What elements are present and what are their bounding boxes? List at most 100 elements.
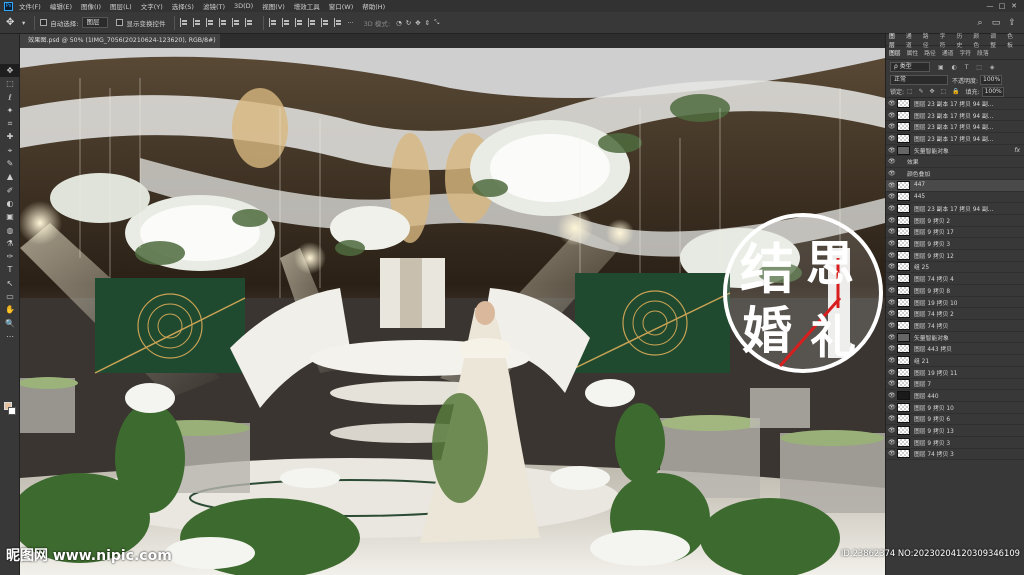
- layer-row[interactable]: 👁 组 21: [886, 355, 1024, 367]
- align-center-icon[interactable]: [193, 18, 202, 27]
- close-window-button[interactable]: ✕: [1008, 1, 1020, 11]
- panel-tab[interactable]: 路径: [923, 31, 934, 49]
- align-middle-icon[interactable]: [232, 18, 241, 27]
- healing-brush-tool-button[interactable]: ✎: [0, 157, 20, 170]
- blend-mode-dropdown[interactable]: 正常: [890, 75, 948, 85]
- tab-paths[interactable]: 路径: [924, 48, 936, 57]
- search-icon[interactable]: ⌕: [974, 17, 986, 29]
- visibility-eye-icon[interactable]: 👁: [888, 158, 897, 165]
- clone-stamp-tool-button[interactable]: ✐: [0, 184, 20, 197]
- layer-row[interactable]: 👁 图层 19 拷贝 11: [886, 367, 1024, 379]
- auto-select-dropdown[interactable]: 图层: [82, 17, 109, 28]
- layer-row[interactable]: 👁 图层 9 拷贝 17: [886, 227, 1024, 239]
- align-bottom-icon[interactable]: [245, 18, 254, 27]
- lasso-tool-button[interactable]: ℓ: [0, 91, 20, 104]
- tab-channels[interactable]: 通道: [942, 48, 954, 57]
- move-tool-button[interactable]: ✥: [0, 64, 20, 78]
- more-options-icon[interactable]: ···: [347, 19, 353, 27]
- history-brush-tool-button[interactable]: ◐: [0, 197, 20, 210]
- distribute-middle-icon[interactable]: [282, 18, 291, 27]
- layer-row[interactable]: 👁 图层 440: [886, 390, 1024, 402]
- layer-row[interactable]: 👁 图层 74 拷贝: [886, 320, 1024, 332]
- layer-row[interactable]: 👁 图层 9 拷贝 3: [886, 437, 1024, 449]
- auto-select-checkbox[interactable]: [40, 19, 48, 26]
- menu-edit[interactable]: 编辑(E): [50, 1, 72, 11]
- layer-row[interactable]: 👁 图层 9 拷贝 8: [886, 285, 1024, 297]
- layer-row[interactable]: 👁 矢量智能对象 fx: [886, 145, 1024, 157]
- layer-row[interactable]: 👁 图层 9 拷贝 10: [886, 402, 1024, 414]
- layer-effects-icon[interactable]: fx: [1014, 147, 1020, 154]
- layer-row[interactable]: 👁 图层 443 拷贝: [886, 343, 1024, 356]
- align-left-icon[interactable]: [180, 18, 189, 27]
- visibility-eye-icon[interactable]: 👁: [888, 123, 897, 130]
- path-select-tool-button[interactable]: ↖: [0, 277, 20, 290]
- layer-row[interactable]: 👁 445: [886, 192, 1024, 204]
- tab-layers[interactable]: 图层: [889, 48, 901, 57]
- visibility-eye-icon[interactable]: 👁: [888, 322, 897, 329]
- visibility-eye-icon[interactable]: 👁: [888, 263, 897, 270]
- show-transform-checkbox[interactable]: [116, 19, 124, 26]
- distribute-bottom-icon[interactable]: [295, 18, 304, 27]
- visibility-eye-icon[interactable]: 👁: [888, 287, 897, 294]
- layer-row[interactable]: 👁 图层 23 副本 17 拷贝 94 副...: [886, 121, 1024, 134]
- layer-row[interactable]: 👁 图层 19 拷贝 10: [886, 297, 1024, 309]
- crop-tool-button[interactable]: ⌗: [0, 117, 20, 130]
- panel-tab[interactable]: 调整: [990, 31, 1001, 49]
- layer-row[interactable]: 👁 效果: [886, 156, 1024, 169]
- panel-tab[interactable]: 色板: [1007, 31, 1018, 49]
- visibility-eye-icon[interactable]: 👁: [888, 450, 897, 457]
- menu-window[interactable]: 窗口(W): [329, 1, 354, 11]
- layer-row[interactable]: 👁 图层 74 拷贝 2: [886, 308, 1024, 321]
- layer-row[interactable]: 👁 组 25: [886, 262, 1024, 274]
- layer-row[interactable]: 👁 图层 23 副本 17 拷贝 94 副...: [886, 98, 1024, 110]
- document-tab[interactable]: 效果图.psd @ 50% (1IMG_7056(20210624-123620…: [20, 34, 220, 48]
- panel-tab[interactable]: 历史: [957, 31, 968, 49]
- layer-row[interactable]: 👁 图层 23 副本 17 拷贝 94 副...: [886, 110, 1024, 122]
- visibility-eye-icon[interactable]: 👁: [888, 415, 897, 422]
- visibility-eye-icon[interactable]: 👁: [888, 228, 897, 235]
- menu-select[interactable]: 选择(S): [172, 1, 194, 11]
- gradient-tool-button[interactable]: ◍: [0, 224, 20, 237]
- menu-filter[interactable]: 滤镜(T): [203, 1, 225, 11]
- layer-row[interactable]: 👁 图层 74 拷贝 3: [886, 449, 1024, 461]
- tab-character[interactable]: 字符: [959, 48, 971, 57]
- menu-image[interactable]: 图像(I): [81, 1, 101, 11]
- visibility-eye-icon[interactable]: 👁: [888, 334, 897, 341]
- layer-row[interactable]: 👁 图层 9 拷贝 12: [886, 250, 1024, 262]
- visibility-eye-icon[interactable]: 👁: [888, 404, 897, 411]
- minimize-button[interactable]: —: [984, 1, 996, 11]
- visibility-eye-icon[interactable]: 👁: [888, 135, 897, 142]
- visibility-eye-icon[interactable]: 👁: [888, 112, 897, 119]
- visibility-eye-icon[interactable]: 👁: [888, 392, 897, 399]
- layer-row[interactable]: 👁 图层 74 拷贝 4: [886, 273, 1024, 285]
- roll-3d-icon[interactable]: ↻: [406, 19, 411, 27]
- layer-row[interactable]: 👁 447: [886, 179, 1024, 192]
- panel-tab[interactable]: 图层: [889, 31, 900, 49]
- align-top-icon[interactable]: [219, 18, 228, 27]
- blur-tool-button[interactable]: ⚗: [0, 237, 20, 250]
- menu-3d[interactable]: 3D(D): [234, 2, 253, 10]
- orbit-3d-icon[interactable]: ◔: [396, 19, 402, 27]
- visibility-eye-icon[interactable]: 👁: [888, 427, 897, 434]
- visibility-eye-icon[interactable]: 👁: [888, 100, 897, 107]
- panel-tab[interactable]: 字符: [940, 31, 951, 49]
- menu-help[interactable]: 帮助(H): [362, 1, 385, 11]
- menu-layer[interactable]: 图层(L): [110, 1, 132, 11]
- eyedropper-tool-button[interactable]: ⌖: [0, 144, 20, 157]
- visibility-eye-icon[interactable]: 👁: [888, 310, 897, 317]
- visibility-eye-icon[interactable]: 👁: [888, 275, 897, 282]
- layer-row[interactable]: 👁 图层 9 拷贝 2: [886, 215, 1024, 227]
- visibility-eye-icon[interactable]: 👁: [888, 147, 897, 154]
- visibility-eye-icon[interactable]: 👁: [888, 252, 897, 259]
- scale-3d-icon[interactable]: ⤡: [434, 18, 439, 27]
- opacity-field[interactable]: 100%: [980, 75, 1003, 85]
- panel-tab[interactable]: 通道: [906, 31, 917, 49]
- quick-select-tool-button[interactable]: ✦: [0, 104, 20, 117]
- visibility-eye-icon[interactable]: 👁: [888, 439, 897, 446]
- frame-tool-button[interactable]: ✚: [0, 130, 20, 143]
- tab-paragraph[interactable]: 段落: [977, 48, 989, 57]
- pen-tool-button[interactable]: ✑: [0, 250, 20, 263]
- fill-field[interactable]: 100%: [981, 86, 1004, 97]
- visibility-eye-icon[interactable]: 👁: [888, 182, 897, 189]
- layer-row[interactable]: 👁 图层 9 拷贝 13: [886, 425, 1024, 437]
